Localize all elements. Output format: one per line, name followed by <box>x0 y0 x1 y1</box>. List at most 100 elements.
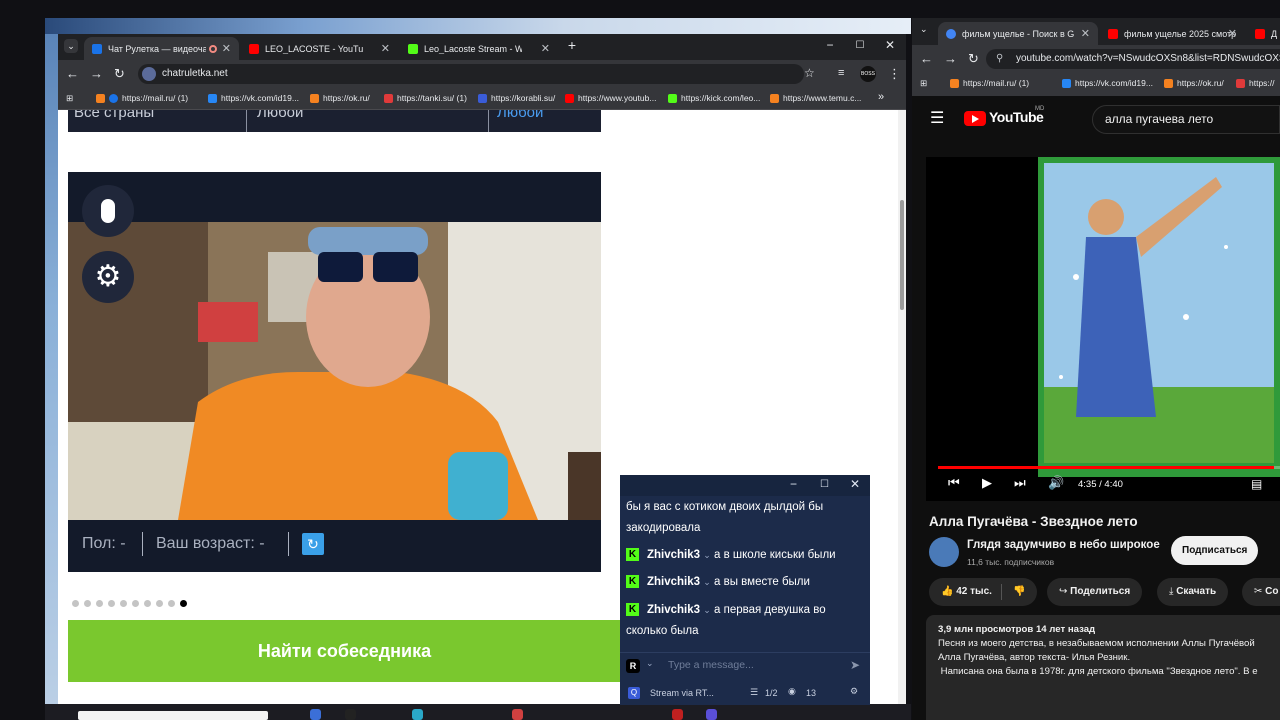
kick-favicon-icon <box>408 43 418 54</box>
tab-search-button[interactable]: ⌄ <box>920 24 928 35</box>
scrollbar[interactable] <box>898 110 906 704</box>
apps-icon[interactable]: ⊞ <box>66 93 73 104</box>
share-button[interactable]: ↪ Поделиться <box>1047 578 1143 606</box>
volume-icon[interactable]: 🔊 <box>1048 475 1064 491</box>
tab-youtube[interactable]: LEO_LACOSTE - YouTube ✕ <box>241 37 398 60</box>
bookmark-item[interactable]: https://www.temu.c... <box>770 93 861 103</box>
bookmark-item[interactable]: https://kick.com/leo... <box>668 93 760 103</box>
bookmark-item[interactable]: https://mail.ru/ (1) <box>950 78 1029 88</box>
settings-button[interactable]: ⚙ <box>82 251 134 303</box>
site-info-icon[interactable] <box>142 67 156 81</box>
address-bar[interactable]: chatruletka.net <box>138 64 804 84</box>
extra-filter[interactable]: Любой <box>488 110 543 132</box>
microphone-button[interactable] <box>82 185 134 237</box>
close-icon[interactable]: ✕ <box>850 477 860 491</box>
chat-overlay-window: − ☐ ✕ бы я вас с котиком двоих дылдой бы… <box>620 475 870 705</box>
menu-icon[interactable]: ⋮ <box>888 66 901 82</box>
site-settings-icon[interactable]: ⚲ <box>996 49 1003 69</box>
tab-kick[interactable]: Leo_Lacoste Stream - Watch Li ✕ <box>400 37 558 60</box>
chat-footer: Q Stream via RT... ☰ 1/2 ◉ 13 ⚙ <box>620 683 870 705</box>
tab-search-button[interactable]: ⌄ <box>64 39 78 53</box>
taskbar-app-icon[interactable] <box>345 709 356 720</box>
forward-icon[interactable]: → <box>90 66 103 81</box>
window-close-icon[interactable]: ✕ <box>878 38 902 52</box>
bookmark-item[interactable]: https://ok.ru/ <box>1164 78 1224 88</box>
gender-filter[interactable]: Любой <box>246 110 303 132</box>
gear-icon[interactable]: ⚙ <box>850 686 858 697</box>
bookmark-item[interactable]: https://www.youtub... <box>565 93 656 103</box>
download-button[interactable]: ⤓ Скачать <box>1157 578 1229 606</box>
more-bookmarks-icon[interactable]: » <box>878 91 884 103</box>
apps-icon[interactable]: ⊞ <box>920 78 927 89</box>
taskbar-search[interactable] <box>78 711 268 720</box>
video-description[interactable]: 3,9 млн просмотров 14 лет назад Песня из… <box>926 615 1280 720</box>
divider <box>1001 584 1002 600</box>
taskbar-app-icon[interactable] <box>512 709 523 720</box>
progress-fill <box>938 466 1274 469</box>
tab-chatruletka[interactable]: Чат Рулетка — видеочат с ✕ <box>84 37 239 60</box>
next-icon[interactable]: ⏭ <box>1014 475 1026 491</box>
bookmark-item[interactable]: https://tanki.su/ (1) <box>384 93 467 103</box>
bookmark-item[interactable]: https:// <box>1236 78 1275 88</box>
profile-avatar[interactable]: BOSS <box>860 66 876 82</box>
play-icon[interactable]: ▶ <box>982 475 992 491</box>
back-icon[interactable]: ← <box>920 51 933 66</box>
refresh-icon[interactable]: ↻ <box>302 533 324 555</box>
taskbar-app-icon[interactable] <box>706 709 717 720</box>
thumbs-down-icon[interactable]: 👎 <box>1013 578 1025 606</box>
bookmark-item[interactable]: https://ok.ru/ <box>310 93 370 103</box>
like-button[interactable]: 👍 42 тыс. 👎 <box>929 578 1037 606</box>
bookmark-item[interactable]: https://vk.com/id19... <box>1062 78 1153 88</box>
hamburger-menu-icon[interactable]: ☰ <box>930 108 944 128</box>
taskbar-app-icon[interactable] <box>672 709 683 720</box>
channel-name[interactable]: Глядя задумчиво в небо широкое <box>967 539 1160 551</box>
address-bar[interactable]: ⚲ youtube.com/watch?v=NSwudcOXSn8&list=R… <box>986 49 1280 69</box>
close-tab-icon[interactable]: ✕ <box>1081 27 1090 40</box>
close-tab-icon[interactable]: ✕ <box>381 42 390 55</box>
tab-partial[interactable]: Д <box>1247 22 1280 45</box>
taskbar-app-icon[interactable] <box>412 709 423 720</box>
youtube-favicon-icon <box>1108 28 1118 39</box>
chat-message-input[interactable]: Type a message... <box>668 659 754 671</box>
bookmark-item[interactable]: https://mail.ru/ (1) <box>96 93 188 103</box>
close-tab-icon[interactable]: ✕ <box>222 42 231 55</box>
video-player[interactable]: ⏮ ▶ ⏭ 🔊 4:35 / 4:40 ▤ <box>926 157 1280 501</box>
youtube-search-input[interactable]: алла пугачева лето <box>1092 105 1280 134</box>
close-tab-icon[interactable]: ✕ <box>1228 27 1237 40</box>
back-icon[interactable]: ← <box>66 66 79 81</box>
kick-icon: K <box>626 575 639 589</box>
tab-google-search[interactable]: фильм ущелье - Поиск в Goog ✕ <box>938 22 1098 45</box>
country-filter[interactable]: Все страны <box>74 110 154 121</box>
reload-icon[interactable]: ↻ <box>114 66 125 82</box>
forward-icon[interactable]: → <box>944 51 957 66</box>
progress-track[interactable] <box>938 466 1280 469</box>
maximize-icon[interactable]: ☐ <box>820 479 829 490</box>
subscribe-button[interactable]: Подписаться <box>1171 536 1259 565</box>
previous-icon[interactable]: ⏮ <box>948 475 960 491</box>
clip-button[interactable]: ✂ Co <box>1242 578 1280 606</box>
channel-avatar[interactable] <box>929 537 959 567</box>
stream-logo-icon: Q <box>628 687 640 699</box>
maximize-icon[interactable]: ☐ <box>848 40 872 51</box>
bookmark-item[interactable]: https://korabli.su/ <box>478 93 555 103</box>
youtube-favicon-icon <box>1255 28 1265 39</box>
media-controls-icon[interactable]: ≡ <box>838 67 844 79</box>
subtitles-icon[interactable]: ▤ <box>1251 477 1262 491</box>
reload-icon[interactable]: ↻ <box>968 51 979 67</box>
age-label[interactable]: Ваш возраст: - <box>156 535 265 553</box>
send-icon[interactable]: ➤ <box>850 658 860 672</box>
platform-avatar[interactable]: R <box>626 659 640 673</box>
close-tab-icon[interactable]: ✕ <box>541 42 550 55</box>
minimize-icon[interactable]: − <box>790 477 797 491</box>
new-tab-icon[interactable]: + <box>560 37 584 53</box>
find-partner-button[interactable]: Найти собеседника <box>68 620 621 682</box>
bookmark-item[interactable]: https://vk.com/id19... <box>208 93 299 103</box>
ok-favicon-icon <box>310 93 319 103</box>
bookmark-star-icon[interactable]: ☆ <box>804 66 815 80</box>
webcam-video <box>68 222 601 520</box>
youtube-logo-icon[interactable] <box>964 111 986 126</box>
tab-film-search[interactable]: фильм ущелье 2025 смотреть ✕ <box>1100 22 1245 45</box>
minimize-icon[interactable]: − <box>818 38 842 52</box>
taskbar-app-icon[interactable] <box>310 709 321 720</box>
chevron-down-icon[interactable]: ⌄ <box>646 658 654 669</box>
